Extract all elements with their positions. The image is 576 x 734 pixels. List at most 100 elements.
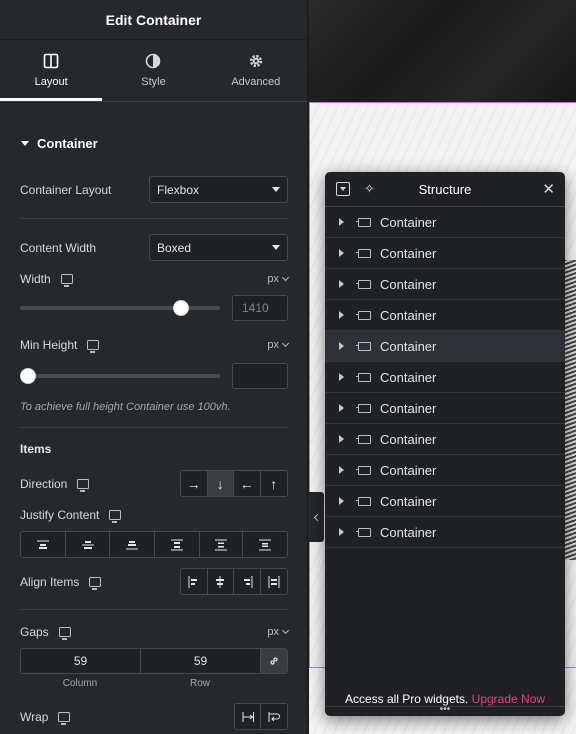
desktop-icon[interactable] (58, 627, 71, 640)
expand-arrow-icon[interactable] (339, 311, 344, 319)
container-layout-select[interactable]: Flexbox (149, 176, 288, 203)
expand-arrow-icon[interactable] (339, 466, 344, 474)
width-slider-thumb[interactable] (172, 300, 189, 316)
desktop-icon[interactable] (60, 274, 73, 287)
dropdown-icon (340, 187, 346, 191)
align-items-label-text: Align Items (20, 574, 80, 589)
wrap-icon (268, 711, 280, 722)
section-toggle-container[interactable]: Container (20, 102, 288, 182)
dropdown-arrow-icon (272, 245, 280, 250)
justify-center-button[interactable] (65, 532, 111, 557)
align-center-button[interactable] (207, 569, 234, 594)
justify-content-label-text: Justify Content (20, 508, 100, 522)
structure-item-label: Container (380, 369, 437, 385)
direction-row-reverse-button[interactable]: ← (234, 471, 261, 496)
align-stretch-button[interactable] (260, 569, 287, 594)
tab-style[interactable]: Style (102, 40, 204, 101)
gaps-unit-select[interactable]: px (267, 626, 290, 638)
gap-column-label: Column (62, 678, 98, 689)
width-input[interactable]: 1410 (232, 295, 288, 321)
direction-column-button[interactable]: ↓ (207, 471, 234, 496)
unit-text: px (267, 339, 279, 351)
justify-start-button[interactable] (21, 532, 66, 557)
expand-arrow-icon[interactable] (339, 404, 344, 412)
structure-item[interactable]: Container (325, 486, 565, 517)
min-height-slider-thumb[interactable] (20, 368, 36, 384)
link-values-button[interactable] (261, 649, 287, 673)
expand-arrow-icon[interactable] (339, 373, 344, 381)
direction-row-button[interactable]: → (181, 471, 208, 496)
width-slider[interactable] (20, 300, 220, 316)
container-icon (356, 465, 371, 475)
justify-space-evenly-button[interactable] (243, 532, 287, 557)
min-height-slider[interactable] (20, 368, 220, 384)
structure-item-label: Container (380, 214, 437, 230)
desktop-icon[interactable] (89, 576, 102, 590)
align-end-button[interactable] (234, 569, 261, 594)
wrap-button[interactable] (261, 704, 287, 729)
tab-layout[interactable]: Layout (0, 40, 103, 101)
min-height-unit-select[interactable]: px (267, 339, 290, 351)
structure-item[interactable]: Container (325, 517, 565, 548)
expand-arrow-icon[interactable] (339, 342, 344, 350)
structure-menu-button[interactable] (336, 182, 350, 196)
container-layout-control: Container Layout Flexbox (20, 176, 288, 203)
gap-row-input[interactable]: 59 (141, 649, 261, 673)
tab-advanced[interactable]: Advanced (205, 40, 307, 101)
structure-item[interactable]: Container (325, 207, 565, 238)
align-start-icon (188, 575, 197, 588)
layout-icon (43, 53, 59, 69)
width-label: Width (20, 272, 73, 287)
structure-item-label: Container (380, 307, 437, 323)
panel-tabs: Layout Style Advanced (0, 40, 307, 102)
expand-arrow-icon[interactable] (339, 218, 344, 226)
min-height-input[interactable] (232, 363, 288, 389)
collapse-panel-button[interactable] (308, 492, 324, 542)
structure-item-label: Container (380, 276, 437, 292)
tab-label: Advanced (231, 76, 281, 88)
desktop-icon[interactable] (87, 340, 100, 353)
expand-arrow-icon[interactable] (339, 280, 344, 288)
gap-column-input[interactable]: 59 (21, 649, 141, 673)
justify-end-icon (126, 540, 139, 549)
structure-item[interactable]: Container (325, 238, 565, 269)
direction-column-reverse-button[interactable]: ↑ (260, 471, 287, 496)
close-icon[interactable]: ✕ (542, 182, 555, 197)
justify-end-button[interactable] (110, 532, 156, 557)
desktop-icon[interactable] (58, 711, 71, 725)
justify-space-between-button[interactable] (155, 532, 200, 557)
expand-arrow-icon[interactable] (339, 435, 344, 443)
container-icon (356, 403, 371, 413)
structure-item[interactable]: Container (325, 269, 565, 300)
items-heading: Items (20, 442, 52, 456)
gear-icon (249, 54, 262, 68)
structure-item-label: Container (380, 245, 437, 261)
structure-item[interactable]: Container (325, 455, 565, 486)
desktop-icon[interactable] (109, 510, 122, 523)
wrap-buttons (234, 703, 288, 730)
desktop-icon[interactable] (77, 478, 90, 492)
drag-handle[interactable]: ••• (325, 705, 565, 716)
expand-arrow-icon[interactable] (339, 497, 344, 505)
align-start-button[interactable] (181, 569, 208, 594)
min-height-hint: To achieve full height Container use 100… (20, 401, 231, 413)
structure-panel: ✧ Structure ✕ Container Container Containe… (325, 172, 565, 716)
structure-item[interactable]: Container (325, 393, 565, 424)
width-unit-select[interactable]: px (267, 273, 290, 285)
gaps-label-text: Gaps (20, 625, 49, 639)
structure-item-label: Container (380, 462, 437, 478)
justify-space-around-button[interactable] (199, 532, 244, 557)
expand-arrow-icon[interactable] (339, 528, 344, 536)
wrap-control: Wrap (20, 703, 288, 730)
upgrade-now-link[interactable]: Upgrade Now (472, 692, 545, 706)
ai-sparkle-icon[interactable]: ✧ (364, 181, 375, 197)
nowrap-button[interactable] (235, 704, 262, 729)
structure-item[interactable]: Container (325, 362, 565, 393)
structure-item[interactable]: Container (325, 300, 565, 331)
width-label-text: Width (20, 272, 51, 286)
structure-item[interactable]: Container (325, 331, 565, 362)
expand-arrow-icon[interactable] (339, 249, 344, 257)
content-width-select[interactable]: Boxed (149, 234, 288, 261)
justify-content-buttons (20, 531, 288, 558)
structure-item[interactable]: Container (325, 424, 565, 455)
